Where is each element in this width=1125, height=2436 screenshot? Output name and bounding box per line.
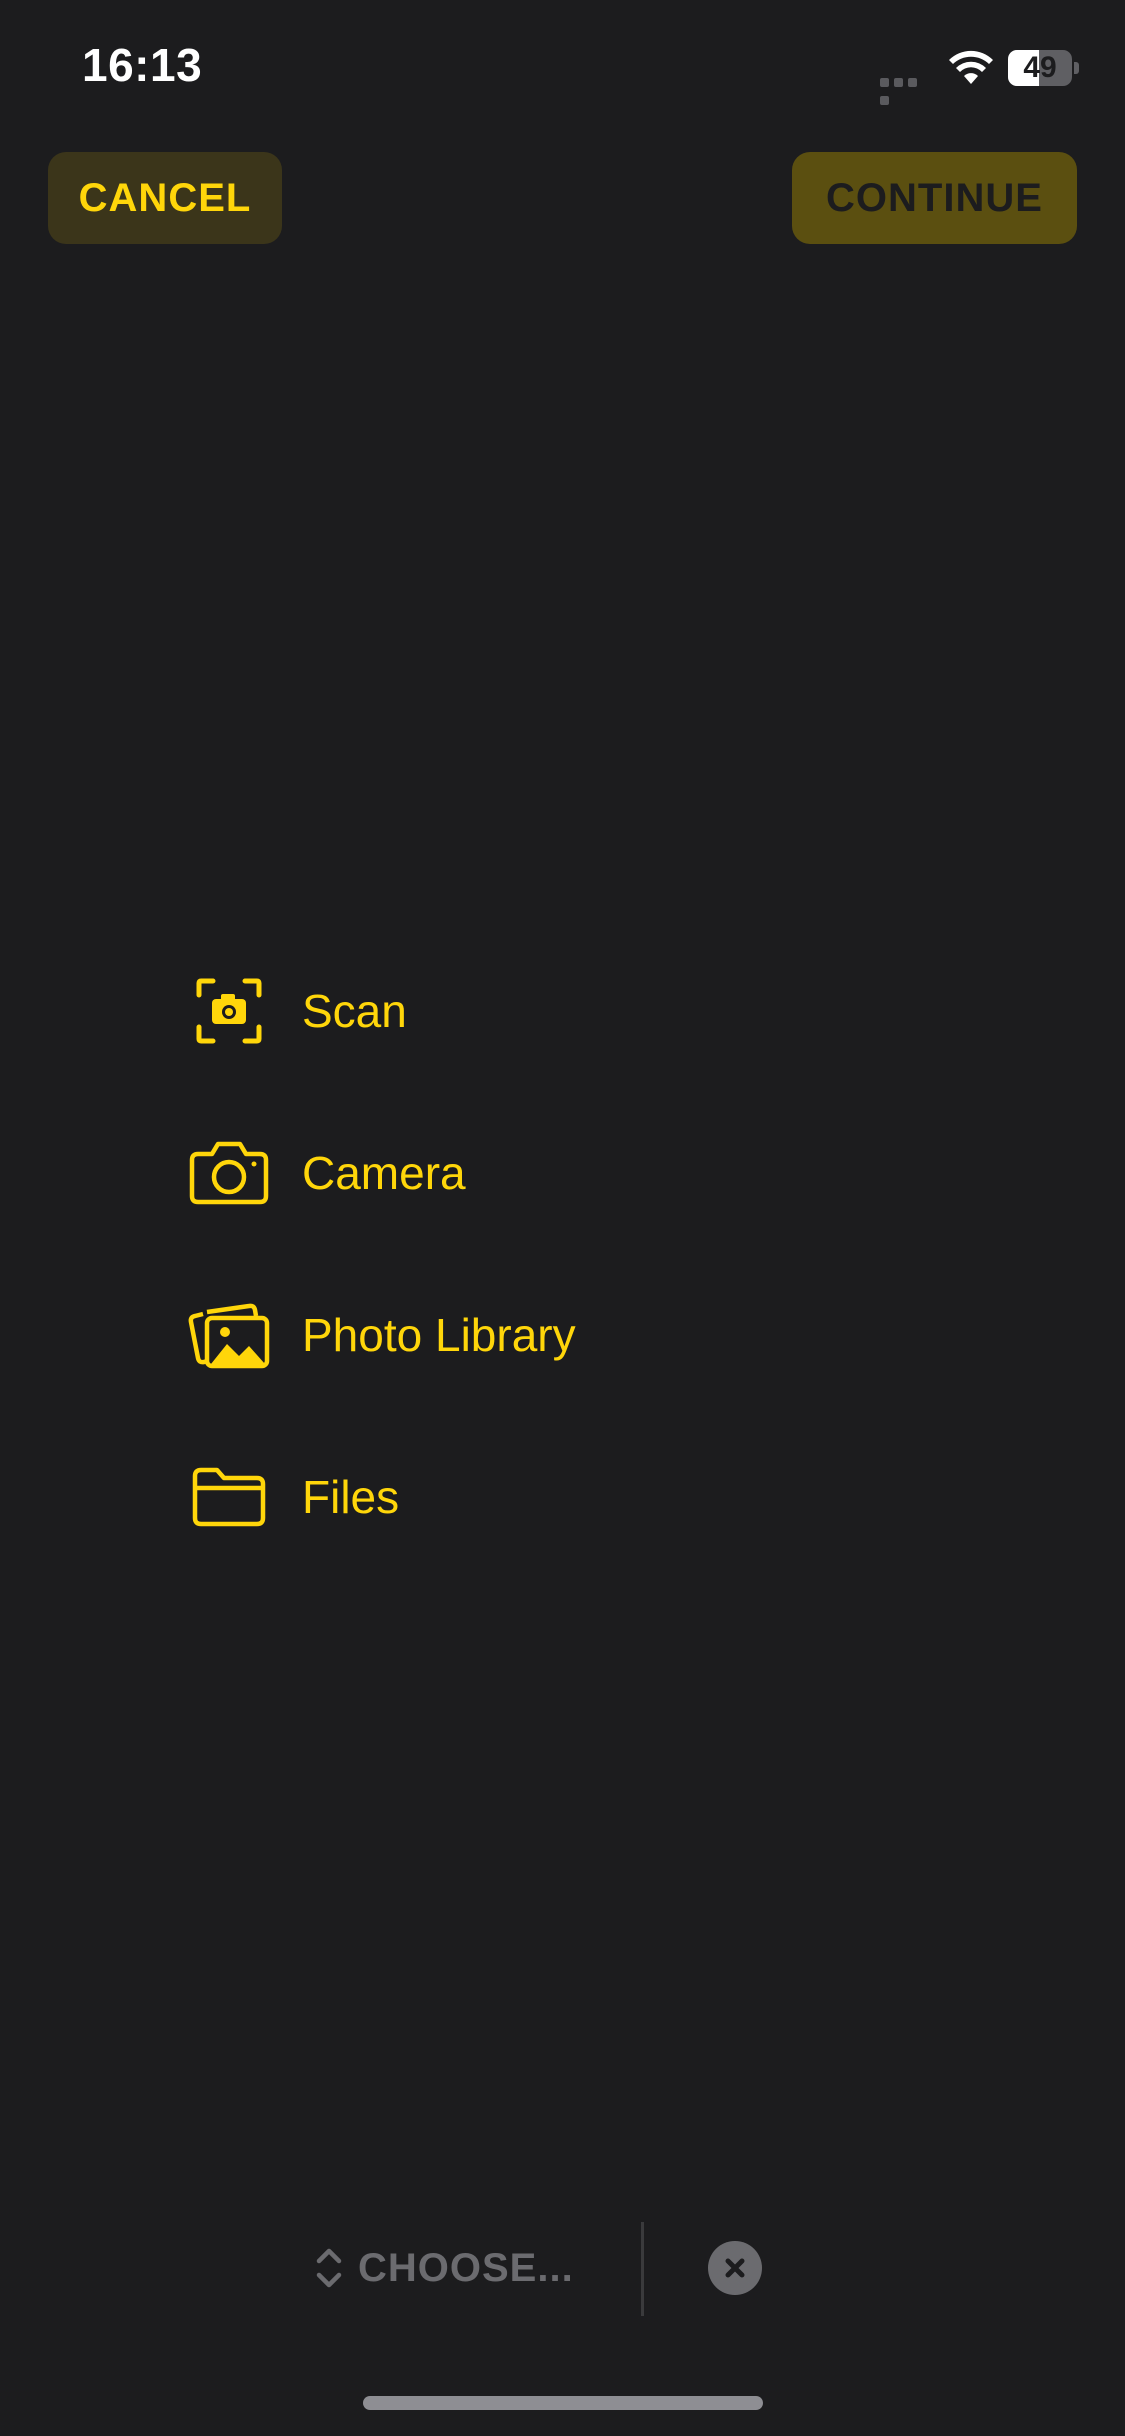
continue-button[interactable]: CONTINUE [792, 152, 1077, 244]
battery-icon: 49 [1008, 50, 1079, 86]
choose-label: CHOOSE... [358, 2245, 574, 2290]
cellular-signal-icon [880, 74, 934, 105]
menu-item-photo-library[interactable]: Photo Library [186, 1254, 886, 1416]
clear-button[interactable] [708, 2241, 762, 2295]
choose-button[interactable]: CHOOSE... [312, 2240, 574, 2296]
scan-icon [186, 968, 272, 1054]
folder-icon [186, 1454, 272, 1540]
source-menu: Scan Camera Photo Library Files [186, 930, 886, 1578]
divider [641, 2222, 644, 2316]
battery-level: 49 [1023, 51, 1057, 84]
menu-item-scan[interactable]: Scan [186, 930, 886, 1092]
status-time: 16:13 [82, 39, 203, 91]
menu-item-label: Camera [302, 1147, 466, 1199]
menu-item-label: Files [302, 1471, 400, 1523]
photo-library-icon [186, 1292, 272, 1378]
menu-item-label: Scan [302, 985, 407, 1037]
menu-item-camera[interactable]: Camera [186, 1092, 886, 1254]
home-indicator[interactable] [363, 2396, 763, 2410]
menu-item-label: Photo Library [302, 1309, 576, 1361]
menu-item-files[interactable]: Files [186, 1416, 886, 1578]
wifi-icon [949, 50, 993, 84]
camera-icon [186, 1130, 272, 1216]
cancel-button[interactable]: CANCEL [48, 152, 282, 244]
close-icon [725, 2258, 745, 2278]
chevron-up-down-icon [316, 2248, 342, 2288]
